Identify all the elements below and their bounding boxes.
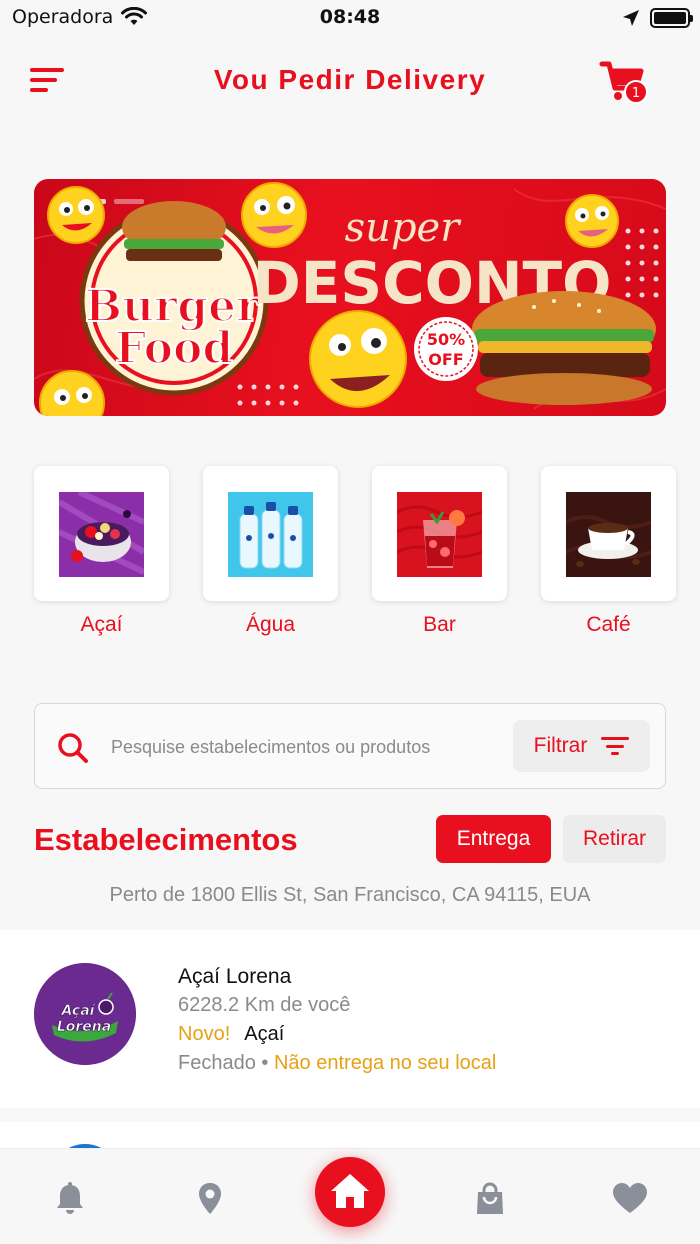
shopping-bag-icon [477, 1182, 503, 1214]
burger-food-logo: Burger Food [79, 201, 269, 396]
filter-label: Filtrar [533, 734, 588, 757]
burger-image [472, 291, 656, 405]
store-name: Açaí Lorena [178, 965, 292, 988]
pickup-toggle-button[interactable]: Retirar [563, 815, 666, 863]
nav-notifications[interactable] [50, 1179, 90, 1219]
delivery-toggle-button[interactable]: Entrega [436, 815, 551, 863]
category-list: Açaí Água Bar Café [34, 466, 676, 646]
discount-label: OFF [428, 350, 463, 369]
filter-button[interactable]: Filtrar [513, 720, 650, 772]
category-label: Café [586, 613, 631, 636]
section-title: Estabelecimentos [34, 822, 298, 857]
discount-value: 50% [427, 330, 465, 349]
category-agua[interactable]: Água [203, 466, 338, 637]
status-bar: Operadora 08:48 [0, 0, 700, 40]
app-header: Vou Pedir Delivery 1 [0, 48, 700, 118]
category-card [203, 466, 338, 601]
app-title: Vou Pedir Delivery [213, 64, 487, 95]
map-pin-icon [199, 1183, 221, 1214]
list-item[interactable]: Açaí Lorena Açaí Lorena 6228.2 Km de voc… [0, 930, 700, 1108]
search-icon [58, 733, 88, 763]
home-icon [331, 1174, 369, 1208]
status-time: 08:48 [319, 6, 381, 28]
category-label: Açaí [80, 613, 123, 636]
bell-icon [57, 1182, 83, 1214]
category-card [34, 466, 169, 601]
list-divider [0, 1108, 700, 1122]
category-card [541, 466, 676, 601]
nav-orders[interactable] [470, 1179, 510, 1219]
category-card [372, 466, 507, 601]
store-status: Fechado • Não entrega no seu local [178, 1052, 496, 1075]
delivery-note: Não entrega no seu local [273, 1052, 497, 1074]
store-category: Açaí [244, 1023, 285, 1045]
store-distance: 6228.2 Km de você [178, 994, 351, 1016]
category-label: Água [245, 613, 296, 636]
nav-location[interactable] [190, 1179, 230, 1219]
filter-icon [601, 737, 630, 755]
search-input[interactable] [111, 728, 501, 766]
category-acai[interactable]: Açaí [34, 466, 169, 637]
promo-banner[interactable]: Burger Food super DESCONTO 50% OFF [34, 179, 666, 416]
water-bottles-image [228, 492, 313, 577]
banner-brand-line2: Food [115, 323, 233, 374]
category-cafe[interactable]: Café [541, 466, 676, 637]
store-list: Açaí Lorena Açaí Lorena 6228.2 Km de voc… [0, 930, 700, 1150]
store-logo-line1: Açaí [61, 1003, 97, 1019]
search-bar: Filtrar [34, 703, 666, 789]
status-separator: • [261, 1052, 269, 1074]
bottom-navigation [0, 1148, 700, 1244]
store-logo-line2: Lorena [57, 1019, 111, 1035]
category-bar[interactable]: Bar [372, 466, 507, 637]
open-status: Fechado [178, 1052, 256, 1074]
store-logo: Açaí Lorena [34, 963, 136, 1065]
coffee-cup-image [566, 492, 651, 577]
store-tags: Novo! Açaí [178, 1023, 284, 1046]
status-right [622, 8, 693, 28]
heart-icon [613, 1183, 647, 1213]
location-text[interactable]: Perto de 1800 Ellis St, San Francisco, C… [0, 884, 700, 907]
nav-favorites[interactable] [610, 1179, 650, 1219]
new-badge: Novo! [178, 1023, 231, 1045]
banner-headline-top: super [345, 205, 463, 251]
category-label: Bar [423, 613, 456, 636]
cart-count-badge: 1 [624, 80, 648, 104]
discount-badge: 50% OFF [414, 317, 478, 381]
cocktail-image [397, 492, 482, 577]
cart-button[interactable]: 1 [598, 58, 654, 110]
acai-bowl-image [59, 492, 144, 577]
location-arrow-icon [623, 10, 639, 26]
battery-icon [650, 8, 693, 28]
nav-home[interactable] [315, 1157, 385, 1227]
